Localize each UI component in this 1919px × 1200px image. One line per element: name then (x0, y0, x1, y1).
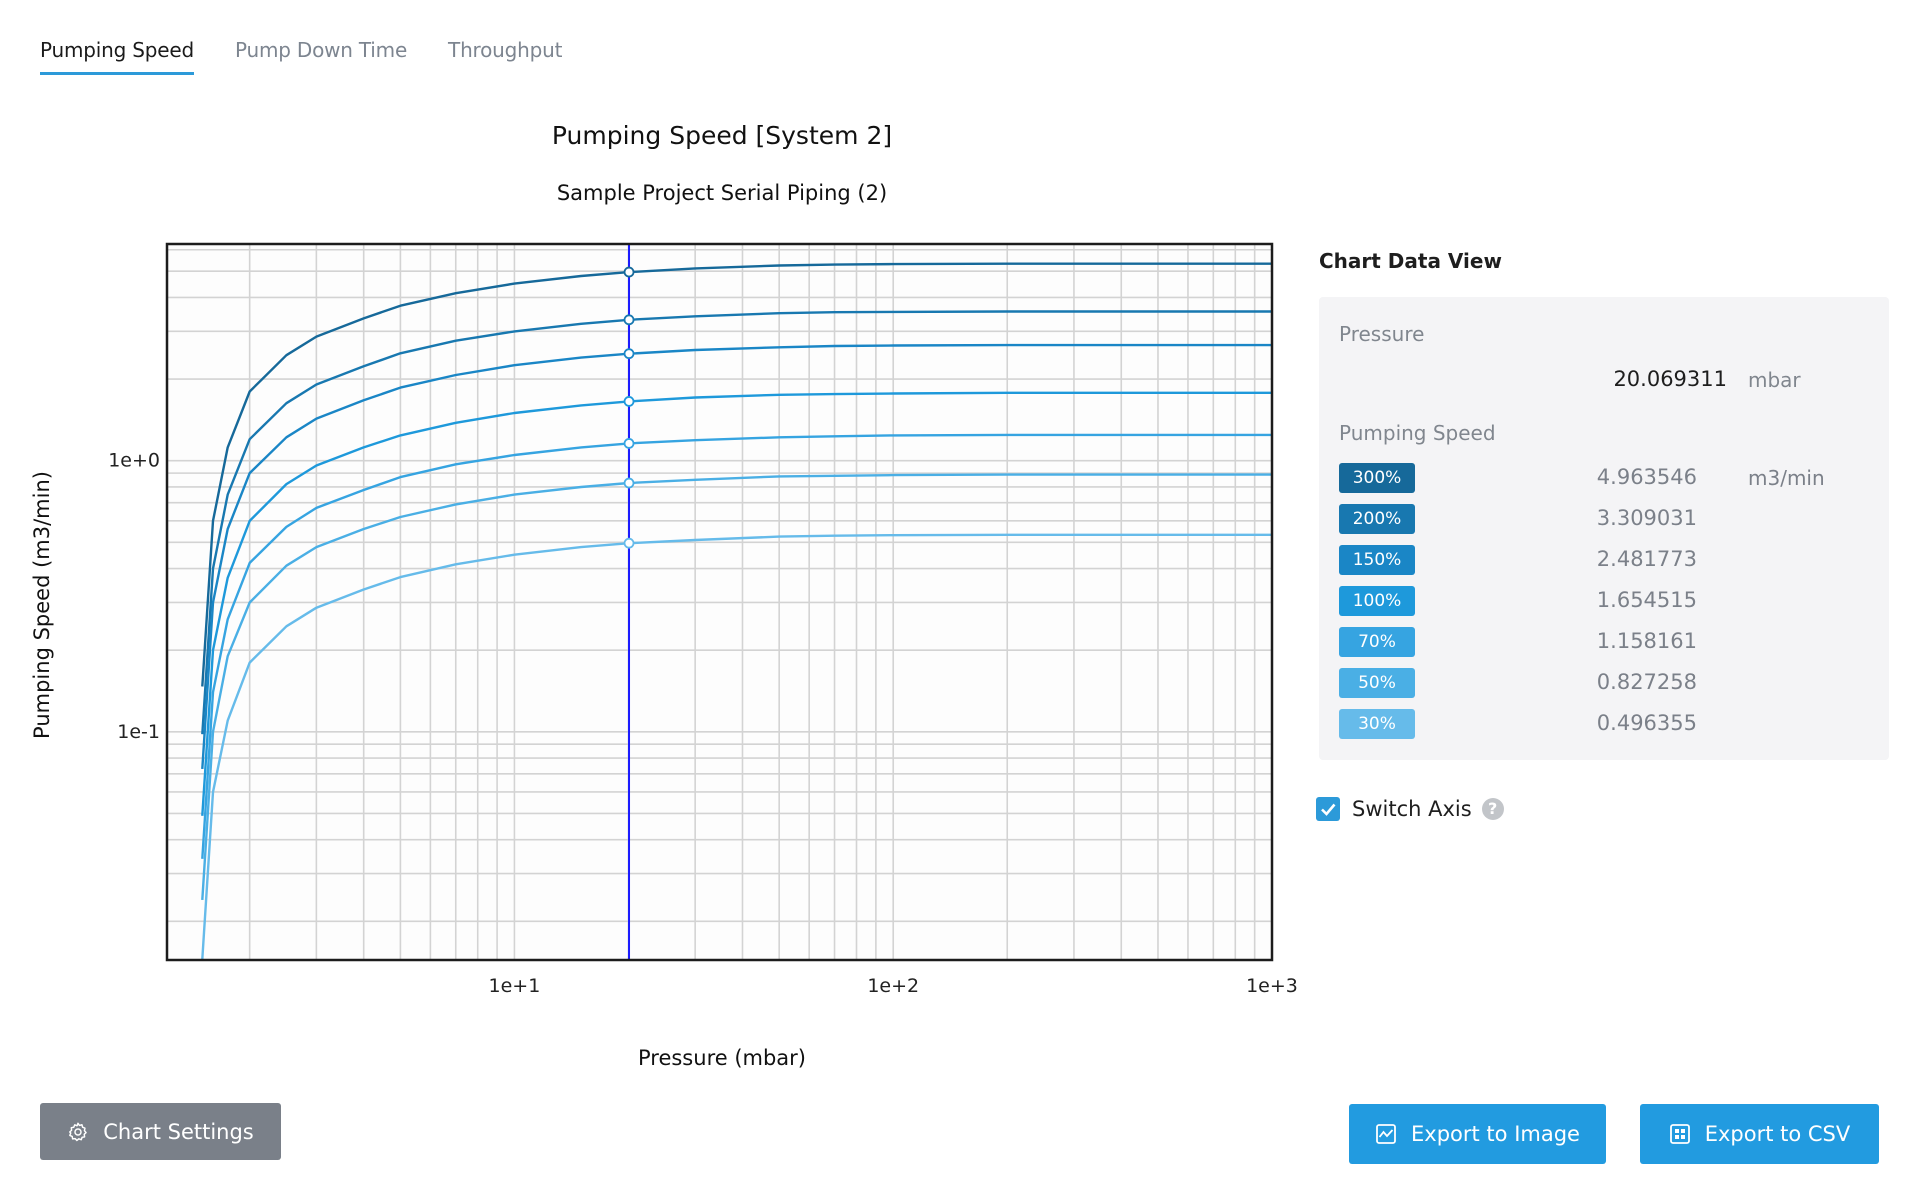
speed-row: 70% 1.158161 (1339, 627, 1869, 658)
switch-axis-control: Switch Axis ? (1316, 797, 1504, 821)
table-grid-icon (1669, 1124, 1690, 1144)
speed-row: 200% 3.309031 (1339, 504, 1869, 535)
export-image-button[interactable]: Export to Image (1349, 1104, 1606, 1164)
x-axis-label: Pressure (mbar) (638, 1046, 806, 1070)
chart-data-view-title: Chart Data View (1319, 249, 1502, 273)
cursor-marker (623, 314, 635, 326)
y-axis-label: Pumping Speed (m3/min) (30, 471, 54, 739)
cursor-marker (623, 348, 635, 360)
speed-row: 300% 4.963546 m3/min (1339, 463, 1869, 494)
pumping-speed-label: Pumping Speed (1339, 421, 1496, 445)
image-chart-icon (1376, 1124, 1396, 1144)
speed-value: 0.496355 (1596, 711, 1697, 735)
series-badge[interactable]: 200% (1339, 504, 1415, 534)
speed-row: 150% 2.481773 (1339, 545, 1869, 576)
x-tick-labels: 1e+1 1e+2 1e+3 (489, 975, 1298, 997)
cursor-marker (623, 266, 635, 278)
speed-row: 30% 0.496355 (1339, 709, 1869, 740)
speed-row: 100% 1.654515 (1339, 586, 1869, 617)
speed-value: 3.309031 (1596, 506, 1697, 530)
chart-subtitle: Sample Project Serial Piping (2) (557, 181, 887, 205)
series-badge[interactable]: 300% (1339, 463, 1415, 493)
cursor-marker (623, 396, 635, 407)
pressure-unit: mbar (1748, 368, 1801, 392)
speed-value: 0.827258 (1596, 670, 1697, 694)
series-badge[interactable]: 50% (1339, 668, 1415, 698)
speed-row: 50% 0.827258 (1339, 668, 1869, 699)
speed-unit: m3/min (1748, 466, 1825, 490)
pumping-speed-chart[interactable]: Pumping Speed [System 2] Sample Project … (0, 0, 1300, 1090)
cursor-marker (623, 477, 635, 489)
export-csv-label: Export to CSV (1704, 1122, 1851, 1146)
gear-icon (69, 1122, 88, 1141)
checkmark-icon (1321, 803, 1336, 816)
export-csv-button[interactable]: Export to CSV (1640, 1104, 1879, 1164)
series-badge[interactable]: 150% (1339, 545, 1415, 575)
speed-value: 1.654515 (1596, 588, 1697, 612)
x-tick-label: 1e+2 (867, 975, 919, 997)
chart-settings-button[interactable]: Chart Settings (40, 1103, 281, 1160)
help-icon[interactable]: ? (1481, 798, 1504, 820)
export-image-label: Export to Image (1411, 1122, 1580, 1146)
switch-axis-checkbox[interactable] (1316, 797, 1340, 821)
x-tick-label: 1e+3 (1246, 975, 1298, 997)
pressure-label: Pressure (1339, 322, 1425, 346)
x-tick-label: 1e+1 (489, 975, 541, 997)
series-badge[interactable]: 70% (1339, 627, 1415, 657)
speed-value: 4.963546 (1596, 465, 1697, 489)
speed-value: 1.158161 (1596, 629, 1697, 653)
y-tick-label: 1e+0 (108, 450, 160, 472)
chart-title: Pumping Speed [System 2] (552, 121, 892, 150)
speed-value: 2.481773 (1596, 547, 1697, 571)
chart-data-view-panel: Pressure 20.069311 mbar Pumping Speed 30… (1319, 297, 1889, 760)
y-tick-label: 1e-1 (117, 721, 160, 743)
pressure-value: 20.069311 (1613, 367, 1727, 391)
y-tick-labels: 1e-1 1e+0 (108, 450, 160, 743)
switch-axis-label: Switch Axis (1352, 797, 1472, 821)
series-badge[interactable]: 30% (1339, 709, 1415, 739)
chart-settings-label: Chart Settings (103, 1119, 254, 1144)
cursor-marker (623, 438, 635, 449)
series-badge[interactable]: 100% (1339, 586, 1415, 616)
cursor-marker (623, 537, 635, 549)
